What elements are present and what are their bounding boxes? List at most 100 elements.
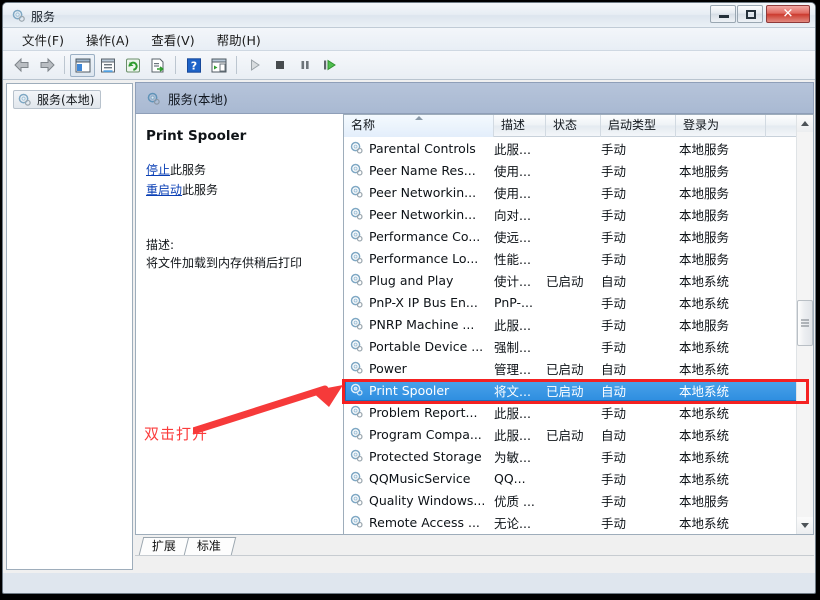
cell-description: 将文... (494, 381, 546, 400)
table-row[interactable]: Power管理...已启动自动本地系统 (344, 357, 813, 379)
results-pane-header: 服务(本地) (135, 82, 814, 114)
cell-name: PNRP Machine ... (344, 317, 494, 332)
table-row[interactable]: Problem Report...此服...手动本地系统 (344, 401, 813, 423)
restart-service-row: 重启动此服务 (146, 181, 333, 198)
cell-log-on-as: 本地服务 (676, 183, 766, 202)
column-header-status[interactable]: 状态 (546, 115, 601, 137)
toolbar-separator (236, 56, 237, 74)
cell-startup-type: 手动 (601, 293, 676, 312)
console-tree-pane: 服务(本地) (6, 83, 133, 570)
table-row[interactable]: Peer Networkin...向对...手动本地服务 (344, 203, 813, 225)
services-gear-icon (11, 8, 26, 23)
cell-name: Power (344, 361, 494, 376)
sort-ascending-icon (415, 116, 423, 120)
column-header-log-on-as[interactable]: 登录为 (676, 115, 766, 137)
cell-startup-type: 手动 (601, 337, 676, 356)
table-row[interactable]: Quality Windows...优质 ...手动本地服务 (344, 489, 813, 511)
cell-startup-type: 自动 (601, 271, 676, 290)
list-vertical-scrollbar[interactable] (796, 115, 813, 534)
cell-description: 优质 ... (494, 491, 546, 510)
chevron-up-icon (801, 121, 809, 126)
tree-node-services-local[interactable]: 服务(本地) (13, 90, 101, 109)
stop-service-row: 停止此服务 (146, 161, 333, 178)
restart-service-link[interactable]: 重启动 (146, 183, 182, 197)
status-bar (135, 555, 814, 573)
forward-icon[interactable] (34, 54, 59, 77)
menu-help[interactable]: 帮助(H) (206, 28, 272, 51)
cell-startup-type: 手动 (601, 139, 676, 158)
scroll-up-button[interactable] (797, 115, 813, 132)
table-row[interactable]: Portable Device ...强制...手动本地系统 (344, 335, 813, 357)
table-row[interactable]: PnP-X IP Bus En...PnP-...手动本地系统 (344, 291, 813, 313)
column-header-description[interactable]: 描述 (494, 115, 546, 137)
table-row[interactable]: Plug and Play使计...已启动自动本地系统 (344, 269, 813, 291)
cell-description: 此服... (494, 425, 546, 444)
cell-log-on-as: 本地服务 (676, 249, 766, 268)
menu-file[interactable]: 文件(F) (11, 28, 75, 51)
stop-service-icon[interactable] (267, 54, 292, 77)
table-row[interactable]: Performance Lo...性能...手动本地服务 (344, 247, 813, 269)
menu-view[interactable]: 查看(V) (140, 28, 205, 51)
cell-startup-type: 手动 (601, 161, 676, 180)
cell-description: 使用... (494, 161, 546, 180)
minimize-button[interactable] (710, 5, 736, 23)
cell-log-on-as: 本地服务 (676, 139, 766, 158)
table-row[interactable]: Protected Storage为敏...手动本地系统 (344, 445, 813, 467)
properties-icon[interactable] (95, 54, 120, 77)
table-row[interactable]: PNRP Machine ...此服...手动本地服务 (344, 313, 813, 335)
results-pane-title: 服务(本地) (168, 89, 228, 108)
help-icon[interactable]: ? (181, 54, 206, 77)
refresh-icon[interactable] (120, 54, 145, 77)
table-row[interactable]: Remote Access ...无论...手动本地系统 (344, 511, 813, 533)
minimize-icon (719, 15, 729, 18)
cell-name: Plug and Play (344, 273, 494, 288)
table-row[interactable]: Performance Co...使远...手动本地服务 (344, 225, 813, 247)
cell-startup-type: 手动 (601, 183, 676, 202)
cell-description: 为敏... (494, 447, 546, 466)
stop-service-link[interactable]: 停止 (146, 163, 170, 177)
cell-name: Quality Windows... (344, 493, 494, 508)
show-hide-tree-icon[interactable] (70, 54, 95, 77)
cell-startup-type: 手动 (601, 491, 676, 510)
cell-name: Protected Storage (344, 449, 494, 464)
close-button[interactable]: ✕ (766, 5, 810, 23)
cell-startup-type: 自动 (601, 381, 676, 400)
chevron-down-icon (801, 523, 809, 528)
service-rows: Parental Controls此服...手动本地服务 Peer Name R… (344, 137, 813, 535)
services-window: 服务 ✕ 文件(F) 操作(A) 查看(V) 帮助(H) (2, 2, 816, 594)
cell-log-on-as: 本地系统 (676, 381, 766, 400)
window-title: 服务 (31, 8, 55, 25)
menu-bar: 文件(F) 操作(A) 查看(V) 帮助(H) (3, 28, 815, 51)
table-row[interactable]: Parental Controls此服...手动本地服务 (344, 137, 813, 159)
table-row[interactable]: Program Compa...此服...已启动自动本地系统 (344, 423, 813, 445)
start-service-icon[interactable] (242, 54, 267, 77)
restart-service-icon[interactable] (317, 54, 342, 77)
pause-service-icon[interactable] (292, 54, 317, 77)
description-text: 将文件加载到内存供稍后打印 (146, 255, 333, 271)
cell-log-on-as: 本地系统 (676, 447, 766, 466)
cell-status: 已启动 (546, 381, 601, 400)
scroll-down-button[interactable] (797, 517, 813, 534)
cell-log-on-as: 本地服务 (676, 205, 766, 224)
cell-name: PnP-X IP Bus En... (344, 295, 494, 310)
export-list-icon[interactable] (145, 54, 170, 77)
cell-log-on-as: 本地服务 (676, 161, 766, 180)
table-row-selected[interactable]: Print Spooler将文...已启动自动本地系统 (344, 379, 813, 401)
table-row[interactable]: Peer Name Res...使用...手动本地服务 (344, 159, 813, 181)
column-header-name[interactable]: 名称 (344, 115, 494, 137)
new-window-icon[interactable] (206, 54, 231, 77)
menu-action[interactable]: 操作(A) (75, 28, 140, 51)
cell-description: 强制... (494, 337, 546, 356)
results-pane: 服务(本地) Print Spooler 停止此服务 重启动此服务 描述: 将文… (135, 80, 814, 573)
back-icon[interactable] (9, 54, 34, 77)
table-row[interactable]: Peer Networkin...使用...手动本地服务 (344, 181, 813, 203)
service-details-panel: Print Spooler 停止此服务 重启动此服务 描述: 将文件加载到内存供… (135, 114, 343, 535)
maximize-button[interactable] (737, 5, 763, 23)
table-row[interactable]: QQMusicServiceQQ...手动本地系统 (344, 467, 813, 489)
column-header-startup-type[interactable]: 启动类型 (601, 115, 676, 137)
console-body: 服务(本地) 服务(本地) Print Spooler 停止此服务 (3, 80, 815, 573)
services-list: 名称 描述 状态 启动类型 登录为 Parental Controls此服...… (343, 114, 814, 535)
tab-standard[interactable]: 标准 (184, 537, 237, 555)
scrollbar-thumb[interactable] (797, 300, 813, 346)
services-gear-icon (17, 92, 32, 107)
